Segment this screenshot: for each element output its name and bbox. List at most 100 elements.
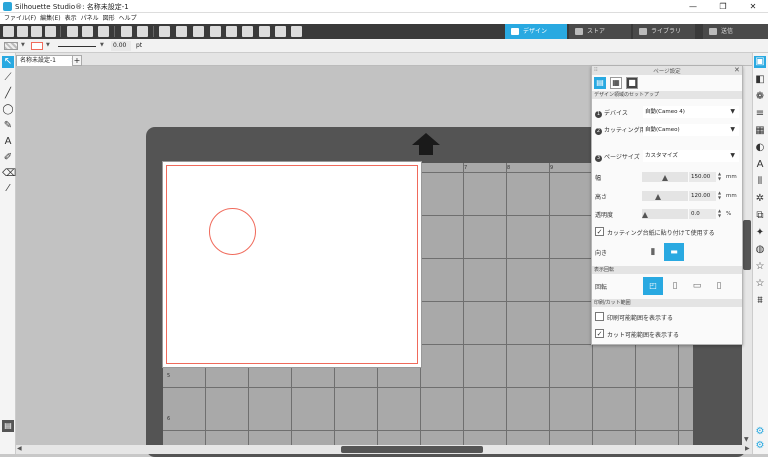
- rotate-270-icon[interactable]: ▯: [711, 277, 727, 295]
- height-spinner-icon[interactable]: ▲ ▼: [718, 190, 723, 200]
- panel-close-button[interactable]: ✕: [734, 66, 740, 74]
- line-color-swatch[interactable]: [31, 42, 43, 50]
- width-slider[interactable]: [642, 172, 688, 182]
- align-icon[interactable]: ⫴: [754, 176, 766, 188]
- fit-to-page-icon[interactable]: [275, 26, 286, 37]
- panel-tab-background[interactable]: ■: [626, 77, 638, 89]
- undo-icon[interactable]: [121, 26, 132, 37]
- ellipse-tool-icon[interactable]: ◯: [2, 104, 14, 116]
- tab-library[interactable]: ライブラリ: [633, 24, 695, 39]
- rotate-90-icon[interactable]: ▯: [667, 277, 683, 295]
- new-file-icon[interactable]: [3, 26, 14, 37]
- select-tool-icon[interactable]: ↖: [2, 56, 14, 68]
- pen-tool-icon[interactable]: ✎: [2, 120, 14, 132]
- open-file-icon[interactable]: [17, 26, 28, 37]
- edit-points-icon[interactable]: ⟋: [2, 72, 14, 84]
- tab-design[interactable]: デザイン: [505, 24, 567, 39]
- close-window-button[interactable]: ✕: [738, 0, 768, 13]
- menu-shapes[interactable]: 図形: [103, 13, 115, 24]
- rotate-0-icon[interactable]: ◰: [643, 277, 663, 295]
- line-style-icon[interactable]: ≡: [754, 108, 766, 120]
- portrait-orientation-icon[interactable]: ▮: [645, 243, 661, 261]
- minimize-button[interactable]: —: [678, 0, 708, 13]
- panel-tab-page[interactable]: ▤: [594, 77, 606, 89]
- line-tool-icon[interactable]: ╱: [2, 88, 14, 100]
- vertical-scrollbar-thumb[interactable]: [743, 220, 751, 270]
- replicate-icon[interactable]: ⧉: [754, 210, 766, 222]
- pan-icon[interactable]: [242, 26, 253, 37]
- sketch-icon[interactable]: ☆: [754, 278, 766, 290]
- transform-icon[interactable]: ✲: [754, 193, 766, 205]
- fill-pattern-icon[interactable]: ▦: [754, 125, 766, 137]
- add-page-icon[interactable]: [291, 26, 302, 37]
- rotate-180-icon[interactable]: ▭: [689, 277, 705, 295]
- maximize-button[interactable]: ❐: [708, 0, 738, 13]
- menu-panel[interactable]: パネル: [81, 13, 99, 24]
- contrast-icon[interactable]: ◐: [754, 142, 766, 154]
- panel-tab-grid[interactable]: ▦: [610, 77, 622, 89]
- copy-icon[interactable]: [82, 26, 93, 37]
- height-slider-thumb[interactable]: [655, 194, 662, 200]
- offset-icon[interactable]: ◍: [754, 244, 766, 256]
- knife-tool-icon[interactable]: ⁄: [2, 183, 14, 195]
- zoom-out-icon[interactable]: [226, 26, 237, 37]
- fill-color-swatch[interactable]: [4, 42, 18, 50]
- stick-to-mat-checkbox[interactable]: ✓: [595, 227, 604, 236]
- eraser-tool-icon[interactable]: ⌫: [2, 168, 16, 180]
- landscape-orientation-icon[interactable]: ▬: [664, 243, 684, 261]
- menu-help[interactable]: ヘルプ: [119, 13, 137, 24]
- print-icon[interactable]: [45, 26, 56, 37]
- menu-view[interactable]: 表示: [65, 13, 77, 24]
- text-tool-icon[interactable]: A: [2, 136, 14, 148]
- menu-file[interactable]: ファイル(F): [4, 13, 36, 24]
- scroll-left-icon[interactable]: ◀: [17, 445, 22, 452]
- width-input[interactable]: 150.00: [689, 172, 716, 182]
- library-folder-icon[interactable]: ▤: [2, 420, 14, 432]
- add-document-tab-button[interactable]: +: [72, 55, 82, 66]
- zoom-selection-icon[interactable]: [193, 26, 204, 37]
- width-slider-thumb[interactable]: [662, 175, 668, 181]
- line-style-preview[interactable]: [58, 46, 96, 47]
- tab-send[interactable]: 送信: [703, 24, 768, 39]
- deselect-icon[interactable]: [176, 26, 187, 37]
- line-width-input[interactable]: 0.00: [111, 41, 131, 51]
- save-icon[interactable]: [31, 26, 42, 37]
- modify-icon[interactable]: ✦: [754, 227, 766, 239]
- move-down-icon[interactable]: [259, 26, 270, 37]
- cutting-mat-dropdown[interactable]: 自動(Cameo) ▼: [643, 124, 739, 136]
- settings-gear-icon[interactable]: ⚙: [754, 426, 766, 438]
- horizontal-scrollbar-thumb[interactable]: [341, 446, 483, 453]
- height-input[interactable]: 120.00: [689, 191, 716, 201]
- device-dropdown[interactable]: 自動(Cameo 4) ▼: [643, 106, 739, 118]
- opacity-slider[interactable]: [642, 209, 688, 219]
- color-palette-icon[interactable]: ❁: [754, 91, 766, 103]
- chevron-down-icon[interactable]: ▼: [21, 42, 25, 48]
- trace-icon[interactable]: ☆: [754, 261, 766, 273]
- layers-icon[interactable]: ⩩: [754, 295, 766, 307]
- paint-tool-icon[interactable]: ✐: [2, 152, 14, 164]
- menu-edit[interactable]: 編集(E): [40, 13, 60, 24]
- page-setup-icon[interactable]: ▣: [754, 56, 766, 68]
- width-spinner-icon[interactable]: ▲ ▼: [718, 171, 723, 181]
- chevron-down-icon[interactable]: ▼: [46, 42, 50, 48]
- show-print-area-checkbox[interactable]: [595, 312, 604, 321]
- send-page-icon[interactable]: ◧: [754, 74, 766, 86]
- opacity-input[interactable]: 0.0: [689, 209, 716, 219]
- scroll-right-icon[interactable]: ▶: [745, 445, 750, 452]
- circle-shape[interactable]: [209, 208, 256, 255]
- opacity-spinner-icon[interactable]: ▲ ▼: [718, 208, 723, 218]
- page-size-dropdown[interactable]: カスタマイズ ▼: [643, 150, 739, 162]
- scroll-down-icon[interactable]: ▼: [744, 436, 749, 443]
- settings-gear-icon[interactable]: ⚙: [754, 440, 766, 452]
- cut-icon[interactable]: [67, 26, 78, 37]
- redo-icon[interactable]: [137, 26, 148, 37]
- tab-store[interactable]: ストア: [569, 24, 631, 39]
- show-cut-area-checkbox[interactable]: ✓: [595, 329, 604, 338]
- zoom-in-icon[interactable]: [210, 26, 221, 37]
- chevron-down-icon[interactable]: ▼: [100, 42, 104, 48]
- paste-icon[interactable]: [98, 26, 109, 37]
- height-slider[interactable]: [642, 191, 688, 201]
- text-style-icon[interactable]: A: [754, 159, 766, 171]
- opacity-slider-thumb[interactable]: [642, 212, 648, 218]
- select-all-icon[interactable]: [159, 26, 170, 37]
